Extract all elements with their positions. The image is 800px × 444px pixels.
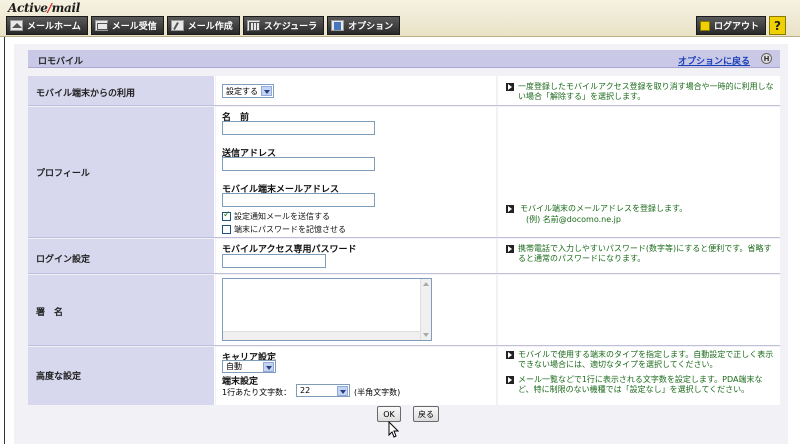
bullet-arrow-icon [506, 83, 514, 91]
nav-label: メール作成 [187, 22, 233, 32]
calendar-icon [246, 20, 260, 31]
carrier-select[interactable]: 自動 [222, 360, 276, 373]
row-advanced-settings: 高度な設定 キャリア設定 自動 端末設定 1行あたり文字数： 22 (半角文字数… [28, 347, 780, 405]
chevron-down-icon [337, 386, 348, 396]
chars-unit-label: (半角文字数) [354, 388, 401, 397]
nav-label: オプション [348, 22, 394, 32]
main-nav: メールホーム メール受信 メール作成 スケジューラ オプション [6, 16, 401, 35]
select-value: 自動 [226, 362, 242, 371]
carrier-description: モバイルで使用する端末のタイプを指定します。自動設定で正しく表示できない場合には… [518, 350, 774, 369]
left-border [4, 37, 5, 444]
row-label: 高度な設定 [36, 372, 82, 382]
nav-mail-compose-button[interactable]: メール作成 [166, 16, 240, 35]
section-help-icon[interactable]: H [761, 53, 772, 64]
logout-label: ログアウト [713, 22, 759, 32]
nav-options-button[interactable]: オプション [327, 16, 401, 35]
row-description-example: (例) 名前@docomo.ne.jp [526, 215, 621, 224]
row-login-settings: ログイン設定 モバイルアクセス専用パスワード 携帯電話で入力しやすいパスワード(… [28, 239, 780, 274]
horizontal-scrollbar[interactable] [223, 331, 420, 340]
remember-password-checkbox[interactable]: 端末にパスワードを記憶させる [222, 224, 346, 235]
chevron-down-icon [263, 362, 274, 372]
section-title: ロモバイル [38, 57, 84, 67]
row-label: 署 名 [36, 308, 64, 318]
chars-per-line-label: 1行あたり文字数： [222, 388, 292, 397]
help-button[interactable]: ? [769, 16, 786, 35]
row-label: ログイン設定 [36, 255, 91, 265]
name-input[interactable] [222, 121, 375, 135]
home-icon [10, 20, 23, 31]
nav-mail-receive-button[interactable]: メール受信 [90, 16, 164, 35]
checkbox-checked-icon [222, 210, 231, 221]
logout-button[interactable]: ログアウト [695, 16, 766, 35]
nav-label: メール受信 [111, 22, 157, 32]
app-logo: Active/mail [8, 1, 81, 15]
envelope-icon [94, 20, 108, 31]
nav-label: スケジューラ [263, 22, 318, 32]
row-label: モバイル端末からの利用 [36, 89, 136, 99]
mobile-email-input[interactable] [222, 193, 375, 207]
row-label: プロフィール [36, 169, 90, 179]
options-icon [331, 20, 345, 31]
logout-icon [699, 20, 710, 31]
terminal-description: メール一覧などで1行に表示される文字数を設定します。PDA端末など、特に制限のな… [518, 375, 763, 394]
sender-address-input[interactable] [222, 157, 375, 171]
row-description: 一度登録したモバイルアクセス登録を取り消す場合や一時的に利用しない場合「解除する… [518, 82, 774, 101]
row-description: モバイル端末のメールアドレスを登録します。 [520, 204, 688, 213]
back-to-options-link[interactable]: オプションに戻る [678, 54, 750, 67]
send-notification-checkbox[interactable]: 設定通知メールを送信する [222, 210, 330, 222]
ok-button[interactable]: OK [377, 406, 401, 422]
back-button[interactable]: 戻る [413, 406, 439, 422]
row-description: 携帯電話で入力しやすいパスワード(数字等)にすると便利です。省略すると通常のパス… [518, 244, 772, 263]
compose-icon [170, 20, 184, 31]
mobile-password-input[interactable] [222, 254, 326, 268]
mouse-cursor-icon [388, 421, 400, 438]
section-header: ロモバイル オプションに戻る H [28, 50, 780, 68]
chars-per-line-select[interactable]: 22 [296, 384, 350, 397]
nav-label: メールホーム [27, 22, 81, 32]
bullet-arrow-icon [506, 245, 514, 253]
checkbox-label: 端末にパスワードを記憶させる [234, 225, 346, 234]
signature-textarea[interactable] [222, 278, 432, 341]
nav-mail-home-button[interactable]: メールホーム [6, 16, 88, 35]
bullet-arrow-icon [506, 376, 514, 384]
top-toolbar: Active/mail メールホーム メール受信 メール作成 スケジューラ オプ… [0, 0, 800, 37]
bullet-arrow-icon [506, 205, 514, 213]
chevron-down-icon [261, 86, 272, 96]
row-signature: 署 名 [28, 275, 780, 346]
row-mobile-usage: モバイル端末からの利用 設定する 一度登録したモバイルアクセス登録を取り消す場合… [28, 76, 780, 106]
select-value: 22 [300, 386, 311, 395]
nav-scheduler-button[interactable]: スケジューラ [242, 16, 325, 35]
bullet-arrow-icon [506, 351, 514, 359]
terminal-label: 端末設定 [222, 377, 259, 387]
checkbox-unchecked-icon [222, 225, 231, 234]
mobile-usage-select[interactable]: 設定する [222, 84, 274, 98]
checkbox-label: 設定通知メールを送信する [234, 212, 330, 221]
vertical-scrollbar[interactable] [420, 279, 431, 340]
row-profile: プロフィール 名 前 送信アドレス モバイル端末メールアドレス 設定通知メールを… [28, 107, 780, 238]
select-value: 設定する [226, 86, 258, 96]
